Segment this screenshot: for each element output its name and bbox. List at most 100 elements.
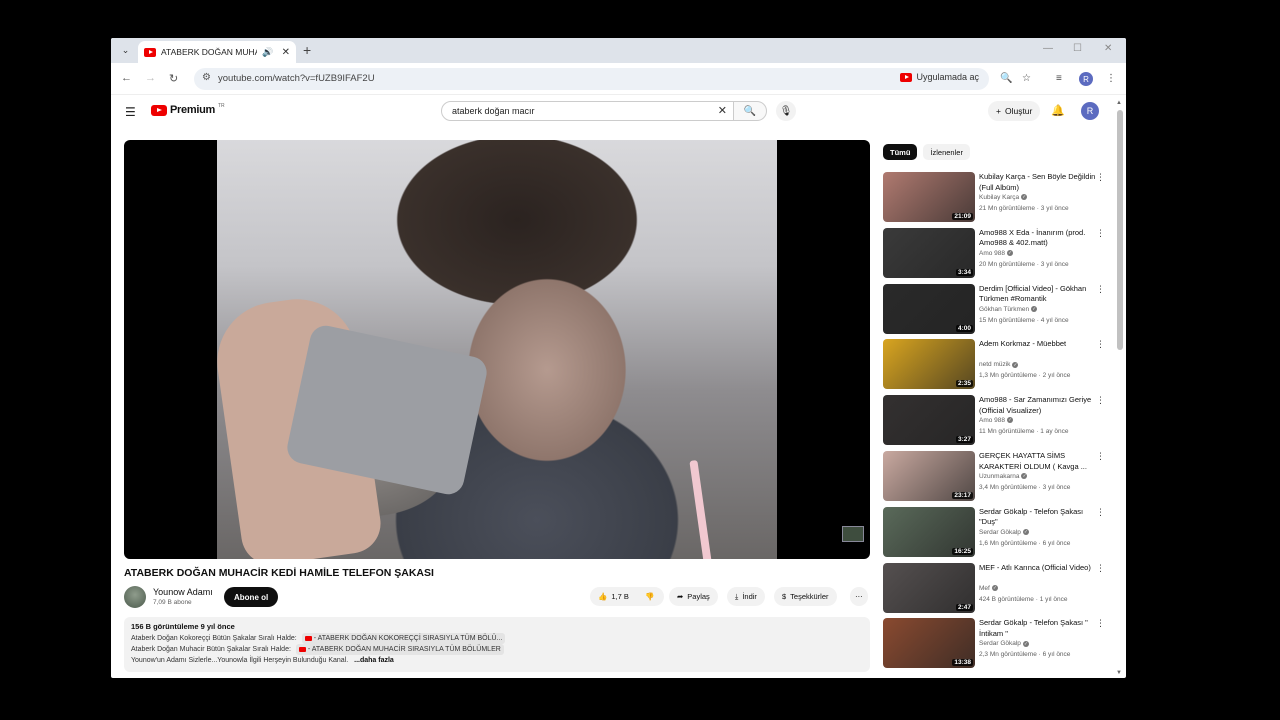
search-query[interactable]: ataberk doğan macır [452,106,535,116]
more-actions-button[interactable]: ⋯ [850,587,868,606]
recommendation-title[interactable]: MEF - Atlı Karınca (Official Video) [979,563,1099,574]
channel-name-text: Amo 988 [979,417,1006,425]
chip-all[interactable]: Tümü [883,144,918,160]
channel-avatar[interactable] [124,586,146,608]
video-thumbnail[interactable]: 16:25 [883,506,975,557]
close-window-icon[interactable]: ✕ [1104,43,1112,54]
video-thumbnail[interactable]: 4:00 [883,283,975,334]
playlist-link[interactable]: - ATABERK DOĞAN MUHACİR SIRASIYLA TÜM BÖ… [295,644,504,655]
recommendation-channel[interactable]: Gökhan Türkmen ✓ [979,306,1038,313]
recommendation-item[interactable]: 2:47 MEF - Atlı Karınca (Official Video) M… [883,562,1108,615]
address-bar[interactable]: ⚙ youtube.com/watch?v=fUZB9IFAF2U Uygula… [194,68,989,90]
video-thumbnail[interactable]: 21:09 [883,172,975,222]
recommendation-title[interactable]: GERÇEK HAYATTA SİMS KARAKTERİ OLDUM ( Ka… [979,451,1099,472]
search-input[interactable]: ataberk doğan macır ✕ [441,101,734,121]
download-button[interactable]: ⤓ İndir [727,587,765,606]
recommendation-channel[interactable]: Kubilay Karça ✓ [979,194,1028,201]
more-options-icon[interactable]: ⋮ [1096,395,1105,406]
recommendation-title[interactable]: Serdar Gökalp - Telefon Şakası " İntikam… [979,618,1099,639]
subscribe-button[interactable]: Abone ol [224,587,279,607]
recommendation-title[interactable]: Amo988 X Eda - İnanırım (prod. Amo988 & … [979,228,1099,249]
scroll-down-arrow-icon[interactable]: ▼ [1116,670,1122,676]
recommendation-item[interactable]: 3:27 Amo988 - Sar Zamanımızı Geriye (Offi… [883,395,1108,447]
video-thumbnail[interactable]: 2:35 [883,339,975,390]
media-queue-icon[interactable]: ≡ [1056,73,1062,84]
video-thumbnail[interactable]: 3:27 [883,395,975,446]
video-player[interactable] [124,140,870,559]
recommendation-channel[interactable]: netd müzik ✓ [979,361,1019,368]
recommendation-channel[interactable]: Amo 988 ✓ [979,250,1014,257]
recommendation-title[interactable]: Amo988 - Sar Zamanımızı Geriye (Official… [979,395,1099,416]
profile-avatar[interactable]: R [1079,72,1093,86]
video-thumbnail[interactable]: 13:38 [883,618,975,669]
site-info-icon[interactable]: ⚙ [202,72,211,83]
playlist-link-label: - ATABERK DOĞAN MUHACİR SIRASIYLA TÜM BÖ… [307,646,501,653]
more-options-icon[interactable]: ⋮ [1096,618,1105,629]
scroll-up-arrow-icon[interactable]: ▲ [1116,100,1122,106]
recommendation-title[interactable]: Serdar Gökalp - Telefon Şakası "Duş" [979,507,1099,528]
like-button[interactable]: 👍 1,7 B [590,587,637,606]
recommendation-channel[interactable]: Serdar Gökalp ✓ [979,640,1029,647]
speaker-icon[interactable]: 🔊 [262,47,273,58]
recommendation-item[interactable]: 13:38 Serdar Gökalp - Telefon Şakası " İn… [883,618,1108,670]
more-options-icon[interactable]: ⋮ [1096,563,1105,574]
chip-watched[interactable]: İzlenenler [923,144,970,160]
description-box[interactable]: 156 B görüntüleme 9 yıl önce Ataberk Doğ… [124,617,870,672]
hamburger-menu-icon[interactable]: ☰ [125,105,136,119]
forward-arrow-icon[interactable]: → [145,72,156,84]
recommendation-item[interactable]: 4:00 Derdim [Official Video] - Gökhan Tür… [883,283,1108,336]
recommendation-item[interactable]: 23:17 GERÇEK HAYATTA SİMS KARAKTERİ OLDUM… [883,451,1108,503]
create-button[interactable]: + Oluştur [988,101,1041,121]
recommendation-item[interactable]: 21:09 Kubilay Karça - Sen Böyle Değildin … [883,172,1108,224]
share-button[interactable]: ➦ Paylaş [669,587,718,606]
playlist-link[interactable]: - ATABERK DOĞAN KOKOREÇÇİ SIRASIYLA TÜM … [301,633,506,644]
channel-watermark[interactable] [842,526,864,542]
more-options-icon[interactable]: ⋮ [1096,228,1105,239]
recommendation-item[interactable]: 16:25 Serdar Gökalp - Telefon Şakası "Duş… [883,506,1108,559]
recommendation-item[interactable]: 3:34 Amo988 X Eda - İnanırım (prod. Amo98… [883,227,1108,280]
video-thumbnail[interactable]: 23:17 [883,451,975,501]
more-options-icon[interactable]: ⋮ [1096,172,1105,183]
youtube-logo[interactable]: Premium TR [151,103,225,116]
account-avatar[interactable]: R [1081,102,1099,120]
recommendation-title[interactable]: Derdim [Official Video] - Gökhan Türkmen… [979,284,1099,305]
dislike-button[interactable]: 👎 [637,587,662,606]
video-thumbnail[interactable]: 3:34 [883,227,975,278]
video-thumbnail[interactable]: 2:47 [883,562,975,613]
channel-name-text: Mef [979,584,990,592]
more-options-icon[interactable]: ⋮ [1096,507,1105,518]
open-in-app-button[interactable]: Uygulamada aç [900,72,979,82]
more-options-icon[interactable]: ⋮ [1096,284,1105,295]
recommendation-title[interactable]: Adem Korkmaz - Müebbet [979,339,1099,350]
recommendation-title[interactable]: Kubilay Karça - Sen Böyle Değildin (Full… [979,172,1099,193]
browser-tab[interactable]: ATABERK DOĞAN MUHACİR 🔊 ✕ [138,41,296,63]
scrollbar-thumb[interactable] [1117,110,1123,350]
show-more-link[interactable]: ...daha fazla [354,657,394,664]
thanks-button[interactable]: $ Teşekkürler [774,587,837,606]
recommendation-channel[interactable]: Serdar Gökalp ✓ [979,529,1029,536]
reload-icon[interactable]: ↻ [169,72,178,85]
more-options-icon[interactable]: ⋮ [1096,451,1105,462]
new-tab-plus-icon[interactable]: + [303,42,311,58]
recommendation-channel[interactable]: Uzunmakarna ✓ [979,473,1028,480]
minimize-icon[interactable]: — [1043,43,1053,54]
recommendation-channel[interactable]: Amo 988 ✓ [979,417,1014,425]
page-scrollbar[interactable]: ▲ ▼ [1116,100,1124,678]
back-arrow-icon[interactable]: ← [121,72,132,84]
close-tab-icon[interactable]: ✕ [282,47,290,58]
browser-menu-icon[interactable]: ⋮ [1106,73,1116,84]
more-options-icon[interactable]: ⋮ [1096,339,1105,350]
tab-search-chevron-icon[interactable]: ⌄ [117,42,134,59]
video-frame[interactable] [217,140,777,559]
bookmark-star-icon[interactable]: ☆ [1022,73,1031,84]
maximize-icon[interactable]: ☐ [1073,43,1082,54]
recommendation-item[interactable]: 2:35 Adem Korkmaz - Müebbet netd müzik ✓ 1,3… [883,339,1108,391]
clear-search-icon[interactable]: ✕ [718,104,727,117]
url-text[interactable]: youtube.com/watch?v=fUZB9IFAF2U [218,73,375,84]
recommendation-channel[interactable]: Mef ✓ [979,585,998,592]
zoom-icon[interactable]: 🔍 [1000,73,1012,84]
channel-name[interactable]: Younow Adamı [153,587,213,597]
voice-search-button[interactable]: 🎙 [776,101,796,121]
notifications-bell-icon[interactable]: 🔔 [1051,104,1065,117]
search-button[interactable]: 🔍 [733,101,767,121]
